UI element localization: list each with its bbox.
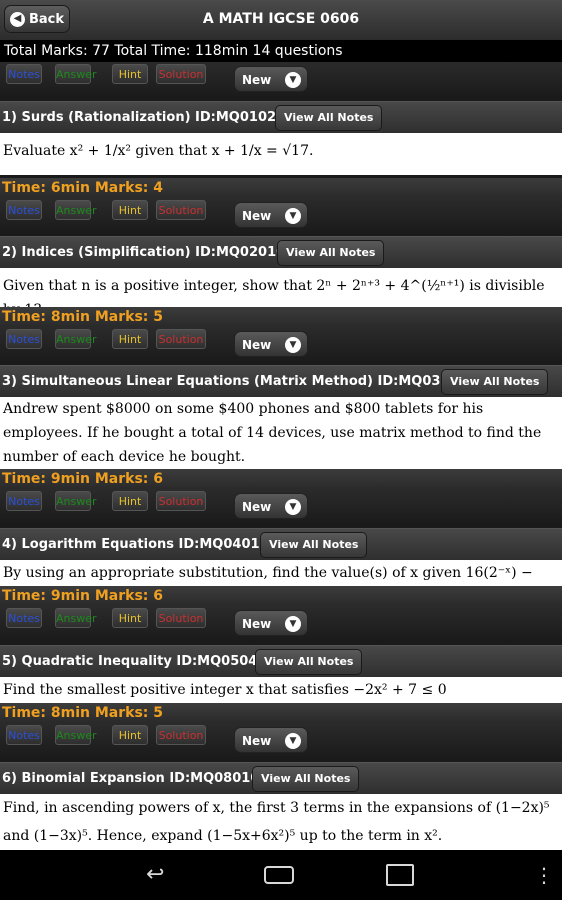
question-title: 5) Quadratic Inequality ID:MQ050402 bbox=[2, 654, 276, 669]
solution-button[interactable]: Solution bbox=[156, 64, 206, 84]
chevron-down-icon: ▼ bbox=[285, 499, 301, 515]
question-header: 3) Simultaneous Linear Equations (Matrix… bbox=[0, 365, 562, 398]
recent-apps-icon[interactable] bbox=[386, 864, 414, 886]
question-text: Find the smallest positive integer x tha… bbox=[0, 677, 562, 703]
view-all-notes-button[interactable]: View All Notes bbox=[252, 766, 360, 792]
hint-button[interactable]: Hint bbox=[112, 725, 148, 745]
question-meta: Time: 6min Marks: 4 bbox=[0, 178, 562, 198]
back-label: Back bbox=[28, 11, 65, 27]
view-all-notes-button[interactable]: View All Notes bbox=[277, 240, 385, 266]
view-all-notes-button[interactable]: View All Notes bbox=[260, 532, 368, 558]
chevron-left-icon: ◀ bbox=[9, 11, 25, 27]
answer-button[interactable]: Answer bbox=[55, 64, 97, 84]
question-header: 1) Surds (Rationalization) ID:MQ010207 V… bbox=[0, 101, 562, 134]
view-all-notes-button[interactable]: View All Notes bbox=[441, 369, 549, 395]
status-select-value: New bbox=[242, 500, 272, 514]
view-all-notes-button[interactable]: View All Notes bbox=[275, 105, 383, 131]
status-select[interactable]: New ▼ bbox=[234, 66, 308, 92]
answer-button[interactable]: Answer bbox=[55, 725, 97, 745]
view-all-notes-button[interactable]: View All Notes bbox=[255, 649, 363, 675]
status-select[interactable]: New ▼ bbox=[234, 727, 308, 753]
hint-button[interactable]: Hint bbox=[112, 329, 148, 349]
question-header: 4) Logarithm Equations ID:MQ040104 View … bbox=[0, 528, 562, 561]
solution-button[interactable]: Solution bbox=[156, 608, 206, 628]
notes-button[interactable]: Notes bbox=[6, 491, 42, 511]
question-text: Find, in ascending powers of x, the firs… bbox=[0, 794, 562, 850]
quiz-summary: Total Marks: 77 Total Time: 118min 14 qu… bbox=[0, 40, 562, 62]
question-toolbar: Notes Answer Hint Solution New ▼ bbox=[0, 606, 562, 640]
back-button[interactable]: ◀ Back bbox=[4, 5, 70, 33]
back-arrow-icon[interactable]: ↩ bbox=[146, 862, 164, 888]
question-toolbar: Notes Answer Hint Solution New ▼ bbox=[0, 62, 562, 96]
status-select[interactable]: New ▼ bbox=[234, 493, 308, 519]
question-text: Andrew spent $8000 on some $400 phones a… bbox=[0, 397, 562, 469]
chevron-down-icon: ▼ bbox=[285, 208, 301, 224]
hint-button[interactable]: Hint bbox=[112, 200, 148, 220]
status-select[interactable]: New ▼ bbox=[234, 610, 308, 636]
question-text: Given that n is a positive integer, show… bbox=[0, 268, 562, 318]
notes-button[interactable]: Notes bbox=[6, 608, 42, 628]
question-header: 5) Quadratic Inequality ID:MQ050402 View… bbox=[0, 645, 562, 678]
status-select-value: New bbox=[242, 734, 272, 748]
chevron-down-icon: ▼ bbox=[285, 337, 301, 353]
status-select-value: New bbox=[242, 209, 272, 223]
answer-button[interactable]: Answer bbox=[55, 608, 97, 628]
question-text: By using an appropriate substitution, fi… bbox=[0, 560, 562, 605]
question-text: Evaluate x² + 1/x² given that x + 1/x = … bbox=[0, 133, 562, 175]
question-title: 6) Binomial Expansion ID:MQ080106 bbox=[2, 771, 269, 786]
question-meta: Time: 8min Marks: 5 bbox=[0, 307, 562, 327]
status-select-value: New bbox=[242, 617, 272, 631]
notes-button[interactable]: Notes bbox=[6, 200, 42, 220]
question-title: 1) Surds (Rationalization) ID:MQ010207 bbox=[2, 110, 295, 125]
solution-button[interactable]: Solution bbox=[156, 725, 206, 745]
question-toolbar: Notes Answer Hint Solution New ▼ bbox=[0, 198, 562, 232]
solution-button[interactable]: Solution bbox=[156, 329, 206, 349]
notes-button[interactable]: Notes bbox=[6, 329, 42, 349]
solution-button[interactable]: Solution bbox=[156, 491, 206, 511]
question-title: 4) Logarithm Equations ID:MQ040104 bbox=[2, 537, 278, 552]
status-select-value: New bbox=[242, 73, 272, 87]
action-bar: A MATH IGCSE 0606 ◀ Back bbox=[0, 0, 562, 41]
status-select-value: New bbox=[242, 338, 272, 352]
chevron-down-icon: ▼ bbox=[285, 72, 301, 88]
status-select[interactable]: New ▼ bbox=[234, 331, 308, 357]
answer-button[interactable]: Answer bbox=[55, 200, 97, 220]
question-toolbar: Notes Answer Hint Solution New ▼ bbox=[0, 327, 562, 361]
notes-button[interactable]: Notes bbox=[6, 725, 42, 745]
hint-button[interactable]: Hint bbox=[112, 491, 148, 511]
system-navigation-bar: ↩ ⋮ bbox=[0, 850, 562, 900]
question-toolbar: Notes Answer Hint Solution New ▼ bbox=[0, 489, 562, 523]
app-title: A MATH IGCSE 0606 bbox=[202, 11, 360, 27]
question-toolbar: Notes Answer Hint Solution New ▼ bbox=[0, 723, 562, 757]
answer-button[interactable]: Answer bbox=[55, 329, 97, 349]
home-icon[interactable] bbox=[264, 866, 294, 884]
question-meta: Time: 9min Marks: 6 bbox=[0, 586, 562, 606]
hint-button[interactable]: Hint bbox=[112, 608, 148, 628]
solution-button[interactable]: Solution bbox=[156, 200, 206, 220]
answer-button[interactable]: Answer bbox=[55, 491, 97, 511]
hint-button[interactable]: Hint bbox=[112, 64, 148, 84]
question-meta: Time: 9min Marks: 6 bbox=[0, 469, 562, 489]
notes-button[interactable]: Notes bbox=[6, 64, 42, 84]
chevron-down-icon: ▼ bbox=[285, 733, 301, 749]
status-select[interactable]: New ▼ bbox=[234, 202, 308, 228]
question-header: 2) Indices (Simplification) ID:MQ020105 … bbox=[0, 236, 562, 269]
chevron-down-icon: ▼ bbox=[285, 616, 301, 632]
question-title: 3) Simultaneous Linear Equations (Matrix… bbox=[2, 374, 477, 389]
question-header: 6) Binomial Expansion ID:MQ080106 View A… bbox=[0, 762, 562, 795]
question-meta: Time: 8min Marks: 5 bbox=[0, 703, 562, 723]
question-title: 2) Indices (Simplification) ID:MQ020105 bbox=[2, 245, 295, 260]
overflow-menu-icon[interactable]: ⋮ bbox=[534, 862, 554, 888]
